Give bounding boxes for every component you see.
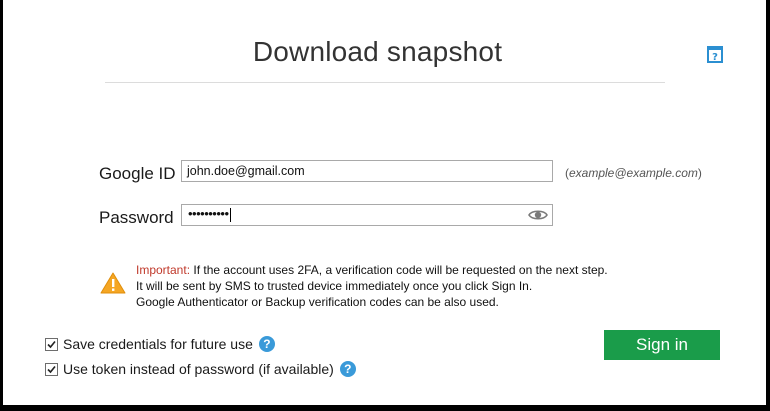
save-credentials-option[interactable]: Save credentials for future use ? bbox=[45, 336, 275, 352]
password-label: Password bbox=[99, 208, 174, 227]
svg-text:?: ? bbox=[712, 52, 718, 63]
download-snapshot-dialog: Download snapshot ? Google ID john.doe@g… bbox=[3, 0, 766, 405]
notice-line-1: Important: If the account uses 2FA, a ve… bbox=[136, 262, 608, 278]
sign-in-button[interactable]: Sign in bbox=[604, 330, 720, 360]
help-book-icon[interactable]: ? bbox=[707, 46, 723, 63]
dialog-title: Download snapshot bbox=[252, 36, 503, 67]
eye-icon[interactable] bbox=[528, 208, 548, 222]
question-circle-icon[interactable]: ? bbox=[339, 361, 356, 377]
notice-line-2: It will be sent by SMS to trusted device… bbox=[136, 279, 533, 293]
question-circle-icon[interactable]: ? bbox=[258, 336, 275, 352]
important-label: Important: bbox=[136, 263, 191, 277]
notice-line-3: Google Authenticator or Backup verificat… bbox=[136, 295, 499, 309]
use-token-label: Use token instead of password (if availa… bbox=[63, 361, 334, 377]
password-masked-value: •••••••••• bbox=[188, 206, 231, 222]
password-input[interactable]: •••••••••• bbox=[181, 204, 553, 226]
google-id-hint: (example@example.com) bbox=[565, 166, 702, 180]
save-credentials-label: Save credentials for future use bbox=[63, 336, 253, 352]
title-divider bbox=[105, 82, 665, 83]
notice-line-1-text: If the account uses 2FA, a verification … bbox=[193, 263, 608, 277]
hint-suffix: ) bbox=[697, 166, 702, 180]
text-caret bbox=[229, 207, 231, 222]
google-id-label: Google ID bbox=[99, 164, 176, 183]
google-id-value: john.doe@gmail.com bbox=[187, 164, 305, 178]
hint-example: example@example.com bbox=[569, 166, 698, 180]
use-token-option[interactable]: Use token instead of password (if availa… bbox=[45, 361, 356, 377]
use-token-checkbox[interactable] bbox=[45, 362, 58, 376]
google-id-input[interactable]: john.doe@gmail.com bbox=[181, 160, 553, 182]
two-factor-notice: Important: If the account uses 2FA, a ve… bbox=[136, 262, 608, 310]
warning-triangle-icon bbox=[100, 272, 126, 294]
save-credentials-checkbox[interactable] bbox=[45, 337, 58, 351]
password-dots: •••••••••• bbox=[188, 206, 229, 221]
